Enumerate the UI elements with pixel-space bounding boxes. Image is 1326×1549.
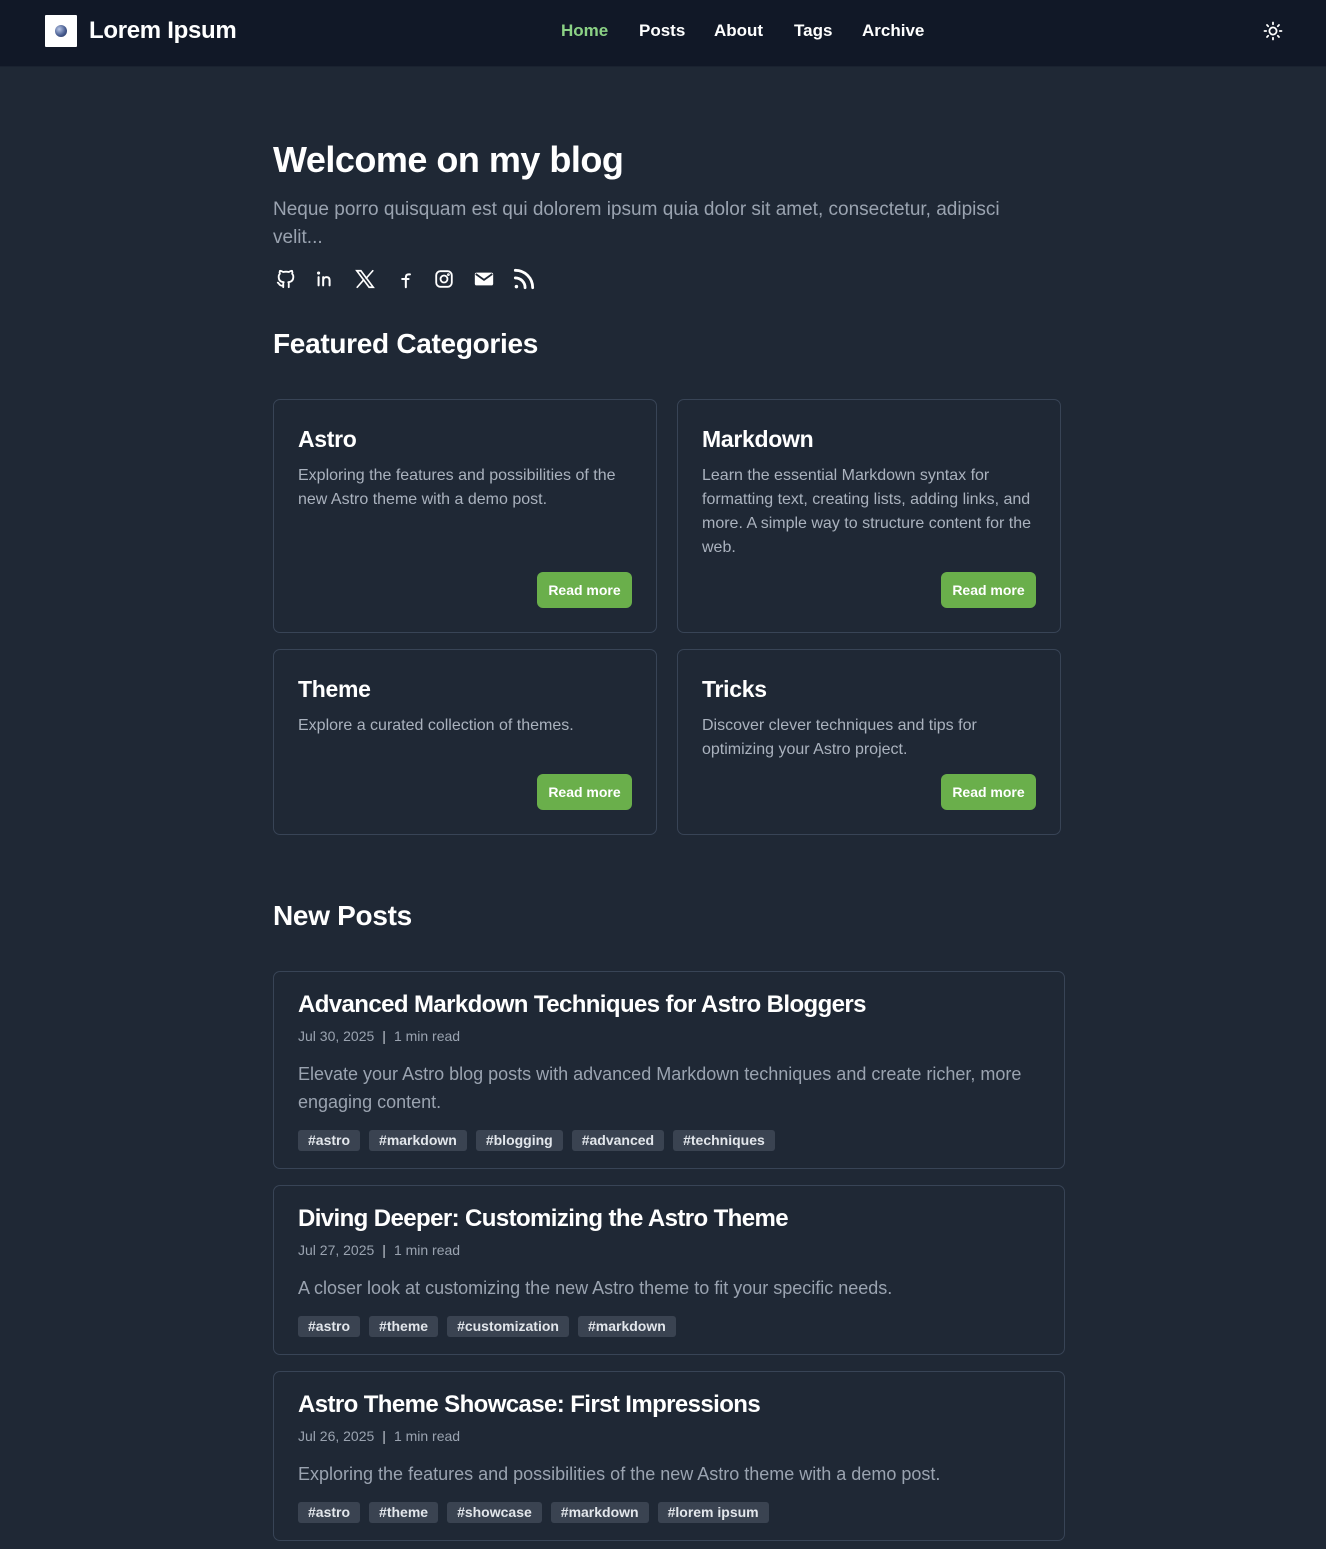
post-read-time: 1 min read — [393, 1428, 461, 1444]
tag[interactable]: #showcase — [447, 1502, 542, 1523]
new-posts-title: New Posts — [273, 900, 412, 931]
tag[interactable]: #customization — [447, 1316, 569, 1337]
read-more-button[interactable]: Read more — [537, 572, 632, 608]
sun-icon[interactable] — [1262, 20, 1284, 42]
post-meta: Jul 26, 2025 | 1 min read — [298, 1428, 460, 1444]
post-date: Jul 27, 2025 — [298, 1242, 375, 1258]
tag[interactable]: #markdown — [369, 1130, 467, 1151]
main-nav: Home Posts About Tags Archive — [0, 21, 1326, 43]
facebook-icon[interactable] — [391, 266, 417, 292]
post-description: Exploring the features and possibilities… — [298, 1464, 941, 1484]
post-date: Jul 30, 2025 — [298, 1028, 375, 1044]
category-card-markdown: Markdown Learn the essential Markdown sy… — [677, 399, 1061, 633]
post-tags: #astro #theme #showcase #markdown #lorem… — [298, 1502, 769, 1523]
site-header: Lorem Ipsum Home Posts About Tags Archiv… — [0, 0, 1326, 67]
meta-separator: | — [382, 1428, 386, 1444]
nav-archive[interactable]: Archive — [862, 21, 924, 41]
tag[interactable]: #advanced — [571, 1130, 665, 1151]
post-title[interactable]: Advanced Markdown Techniques for Astro B… — [298, 991, 866, 1019]
post-description: Elevate your Astro blog posts with advan… — [298, 1064, 1022, 1112]
tag[interactable]: #techniques — [673, 1130, 775, 1151]
mail-icon[interactable] — [471, 266, 497, 292]
category-description: Exploring the features and possibilities… — [298, 467, 616, 508]
nav-about[interactable]: About — [714, 21, 763, 41]
post-read-time: 1 min read — [393, 1242, 461, 1258]
tag[interactable]: #theme — [369, 1316, 439, 1337]
nav-home[interactable]: Home — [561, 21, 608, 41]
github-icon[interactable] — [273, 266, 299, 292]
tag[interactable]: #markdown — [550, 1502, 649, 1523]
post-description: A closer look at customizing the new Ast… — [298, 1278, 893, 1298]
nav-posts[interactable]: Posts — [639, 21, 685, 41]
category-title: Markdown — [702, 426, 814, 452]
post-tags: #astro #markdown #blogging #advanced #te… — [298, 1130, 775, 1151]
post-title[interactable]: Astro Theme Showcase: First Impressions — [298, 1391, 761, 1419]
post-date: Jul 26, 2025 — [298, 1428, 375, 1444]
tag[interactable]: #astro — [298, 1130, 361, 1151]
rss-icon[interactable] — [511, 266, 537, 292]
linkedin-icon[interactable] — [312, 266, 338, 292]
featured-categories-title: Featured Categories — [273, 328, 539, 359]
category-title: Astro — [298, 426, 357, 452]
category-title: Theme — [298, 676, 371, 702]
tag[interactable]: #lorem ipsum — [657, 1502, 769, 1523]
category-description: Discover clever techniques and tips for … — [702, 717, 977, 758]
x-icon[interactable] — [352, 266, 378, 292]
post-meta: Jul 30, 2025 | 1 min read — [298, 1028, 460, 1044]
tag[interactable]: #astro — [298, 1502, 361, 1523]
nav-tags[interactable]: Tags — [794, 21, 832, 41]
category-card-theme: Theme Explore a curated collection of th… — [273, 649, 657, 835]
post-tags: #astro #theme #customization #markdown — [298, 1316, 676, 1337]
hero-title: Welcome on my blog — [273, 139, 624, 180]
category-description: Explore a curated collection of themes. — [298, 717, 574, 734]
post-card[interactable]: Advanced Markdown Techniques for Astro B… — [273, 971, 1065, 1169]
post-card[interactable]: Astro Theme Showcase: First Impressions … — [273, 1371, 1065, 1541]
meta-separator: | — [382, 1242, 386, 1258]
tag[interactable]: #markdown — [577, 1316, 676, 1337]
category-card-astro: Astro Exploring the features and possibi… — [273, 399, 657, 633]
post-title[interactable]: Diving Deeper: Customizing the Astro The… — [298, 1205, 789, 1233]
tag[interactable]: #astro — [298, 1316, 361, 1337]
meta-separator: | — [382, 1028, 386, 1044]
post-read-time: 1 min read — [393, 1028, 461, 1044]
post-card[interactable]: Diving Deeper: Customizing the Astro The… — [273, 1185, 1065, 1355]
category-title: Tricks — [702, 676, 767, 702]
post-meta: Jul 27, 2025 | 1 min read — [298, 1242, 460, 1258]
tag[interactable]: #theme — [369, 1502, 439, 1523]
read-more-button[interactable]: Read more — [941, 572, 1036, 608]
tag[interactable]: #blogging — [475, 1130, 563, 1151]
category-card-tricks: Tricks Discover clever techniques and ti… — [677, 649, 1061, 835]
read-more-button[interactable]: Read more — [941, 774, 1036, 810]
read-more-button[interactable]: Read more — [537, 774, 632, 810]
hero-subtitle: Neque porro quisquam est qui dolorem ips… — [273, 199, 1000, 248]
category-description: Learn the essential Markdown syntax for … — [702, 467, 1032, 556]
instagram-icon[interactable] — [431, 266, 457, 292]
